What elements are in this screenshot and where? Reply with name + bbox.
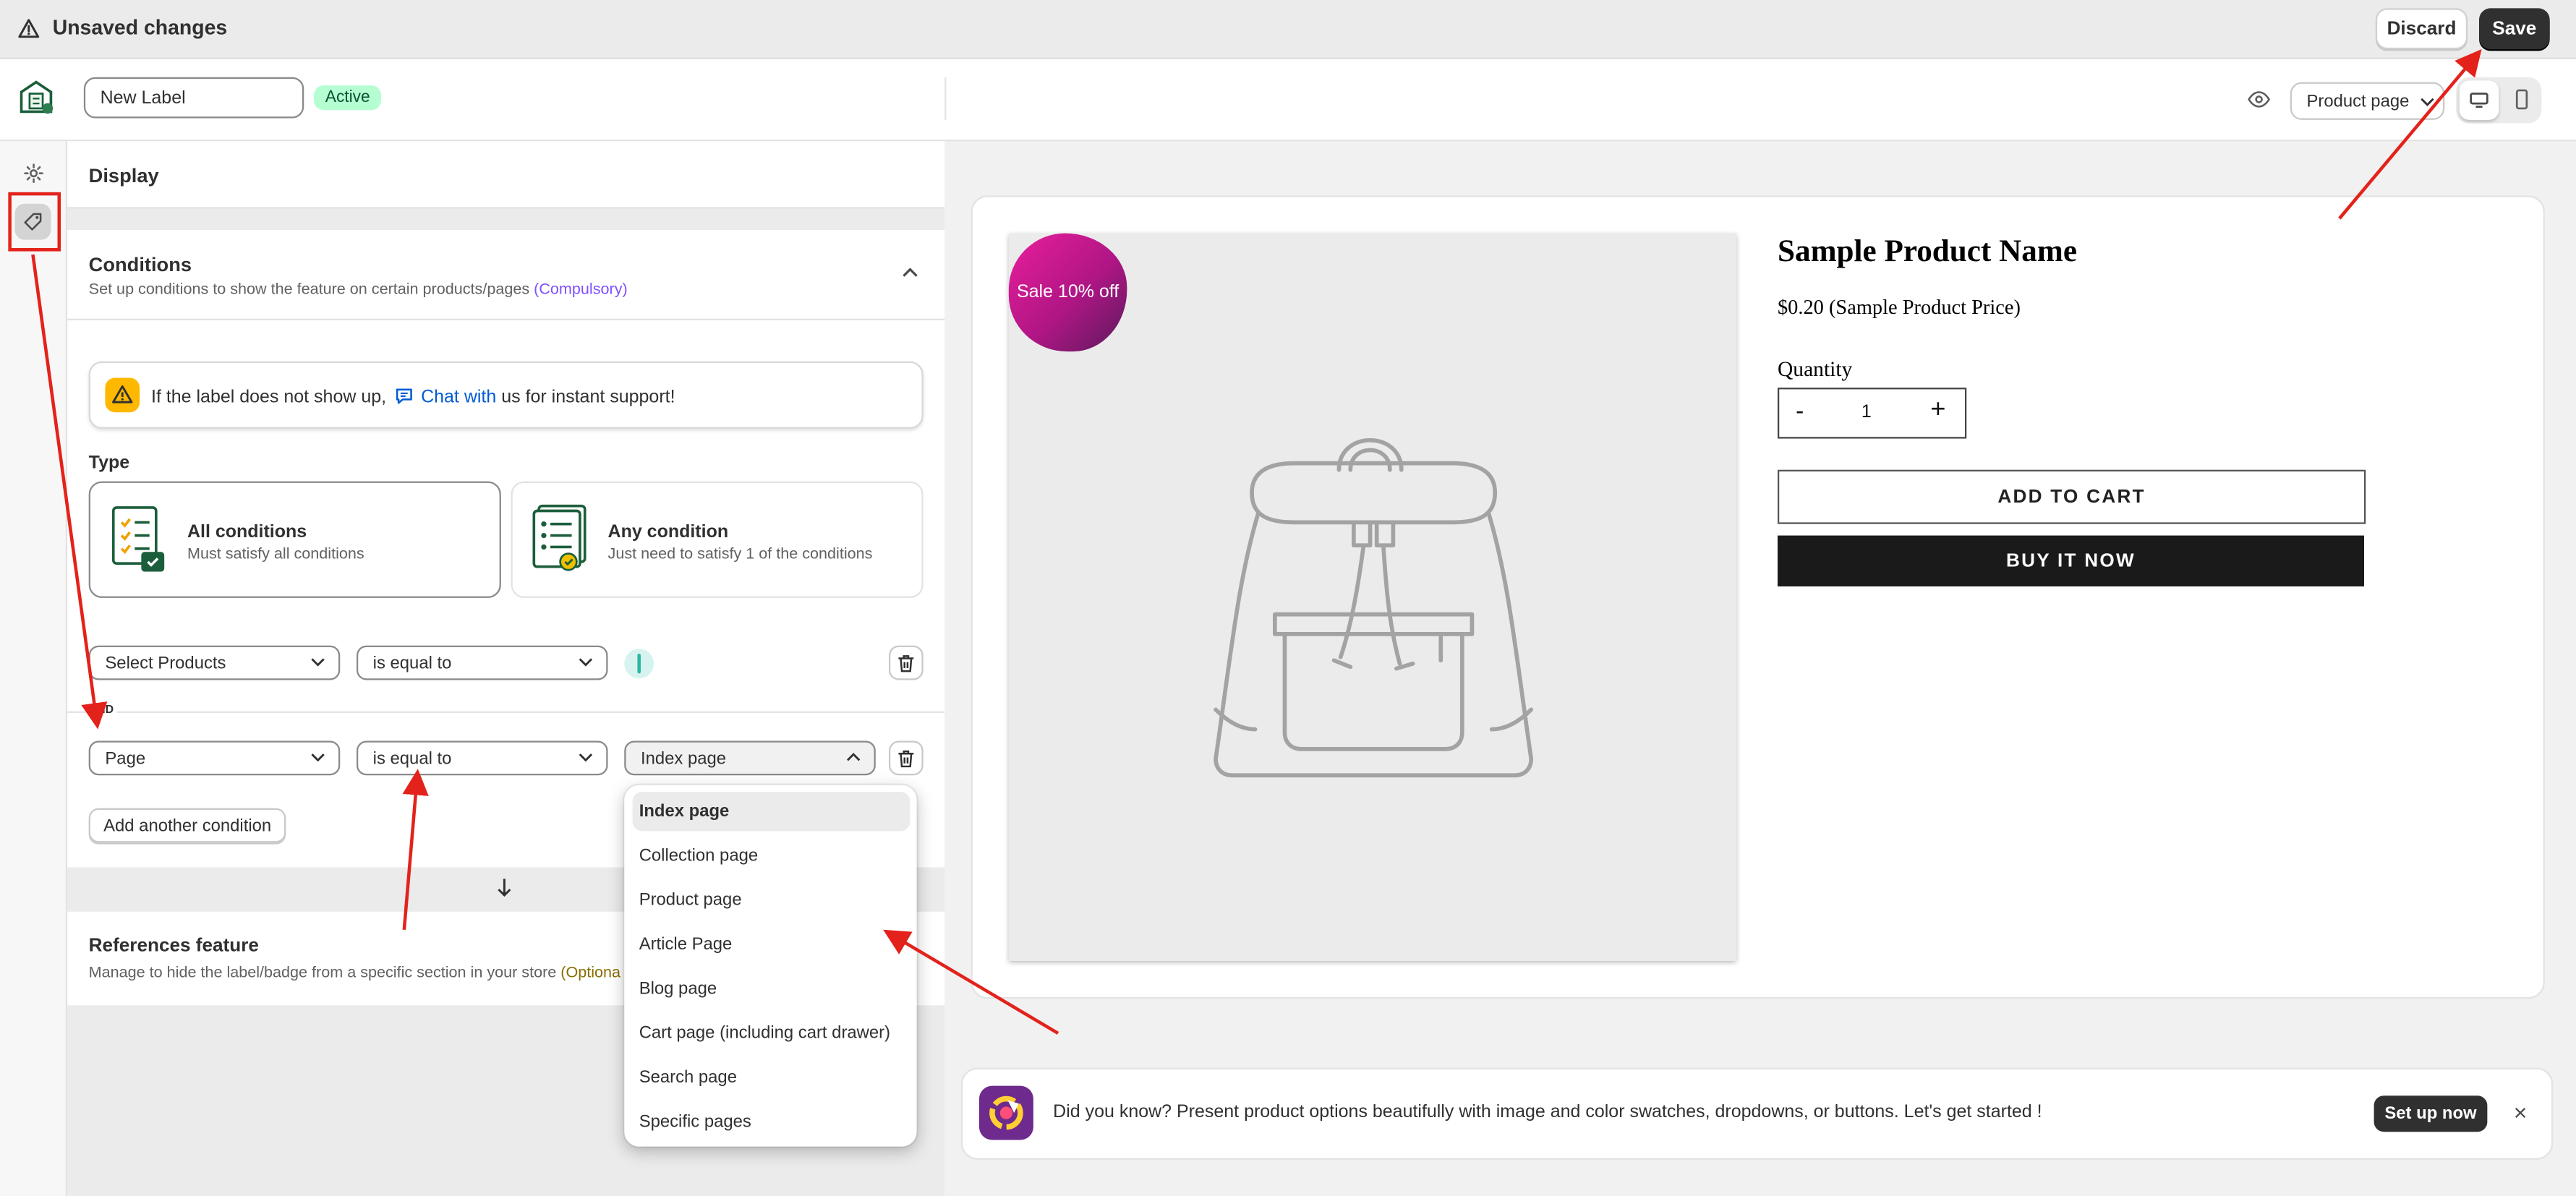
annotation-arrows (31, 49, 2482, 1035)
